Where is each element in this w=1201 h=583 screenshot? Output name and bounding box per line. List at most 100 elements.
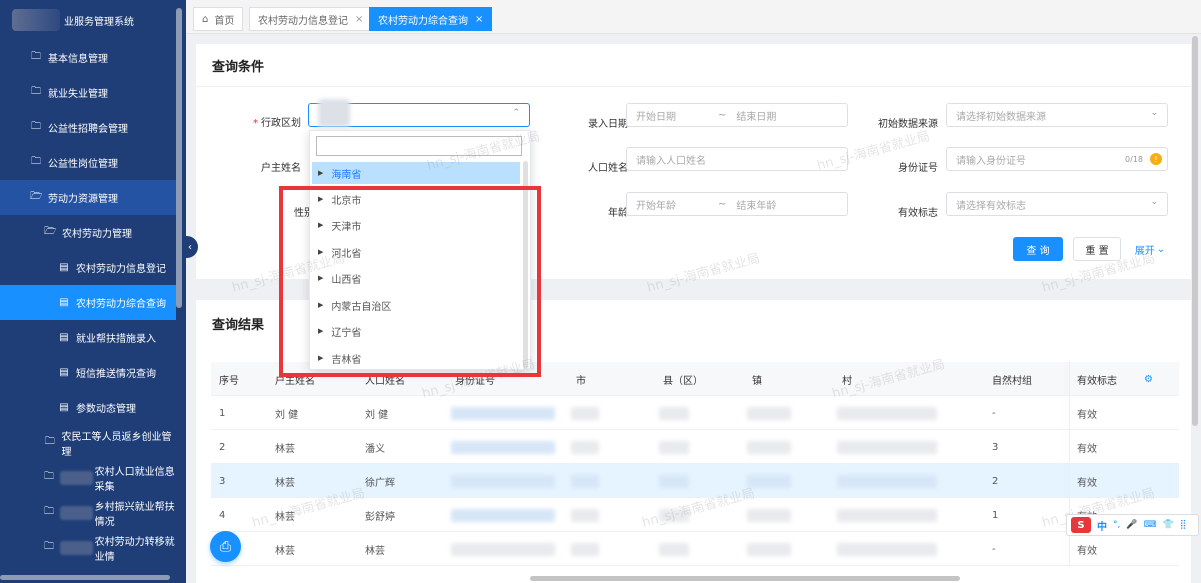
redacted-idcard [451, 474, 555, 488]
system-logo [12, 9, 60, 31]
tab-home[interactable]: ⌂ 首页 [193, 7, 244, 31]
tab-bar: ⌂ 首页 农村劳动力信息登记 × 农村劳动力综合查询 × [186, 0, 1201, 34]
skin-icon[interactable]: 👕 [1163, 520, 1174, 530]
document-icon: ▤ [59, 402, 69, 413]
ime-language[interactable]: 中 [1097, 518, 1107, 533]
redacted-city [571, 406, 599, 420]
sidebar-item-rural-labor[interactable]: 🗁 农村劳动力管理 [0, 215, 176, 250]
table-row[interactable]: 4 林芸 彭舒婷 1 有效 [211, 498, 1179, 532]
reset-button[interactable]: 重 置 [1073, 237, 1121, 261]
redacted-village [837, 440, 937, 454]
redacted-town [747, 440, 791, 454]
chevron-down-icon: ⌄ [1150, 108, 1158, 118]
table-row-selected[interactable]: 3 林芸 徐广辉 2 有效 [211, 464, 1179, 498]
sidebar-item-employment[interactable]: 🗀 就业失业管理 [0, 75, 176, 110]
print-button[interactable]: ⎙ [210, 531, 241, 562]
expand-button[interactable]: 展开 ⌄ [1132, 237, 1168, 261]
folder-icon: 🗀 [31, 156, 41, 167]
sidebar-item-assist-entry[interactable]: ▤ 就业帮扶措施录入 [0, 320, 176, 355]
folder-icon: 🗀 [31, 121, 41, 132]
app-window: 业服务管理系统 🗀 基本信息管理 🗀 就业失业管理 🗀 公益性招聘会管理 🗀 公益性岗位… [0, 0, 1201, 583]
idcard-label: 身份证号 [898, 163, 938, 174]
toolbox-icon[interactable]: ⣿ [1180, 520, 1187, 530]
system-title: 业服务管理系统 [64, 16, 134, 28]
required-mark: * [253, 118, 258, 129]
redacted-city [571, 542, 599, 556]
folder-icon: 🗀 [44, 436, 55, 447]
redacted-village [837, 474, 937, 488]
sidebar-item-rural-register[interactable]: ▤ 农村劳动力信息登记 [0, 250, 176, 285]
sidebar-item-revitalize[interactable]: 🗀 乡村振兴就业帮扶情况 [0, 495, 176, 530]
punctuation-icon[interactable]: °, [1113, 520, 1120, 530]
home-icon: ⌂ [202, 13, 209, 25]
query-title: 查询条件 [212, 60, 265, 75]
column-settings-icon[interactable]: ⚙ [1144, 362, 1153, 396]
sidebar-item-job-fair[interactable]: 🗀 公益性招聘会管理 [0, 110, 176, 145]
col-header-county: 县（区） [663, 375, 703, 387]
sidebar-item-rural-query[interactable]: ▤ 农村劳动力综合查询 [0, 285, 176, 320]
printer-icon: ⎙ [219, 538, 232, 555]
person-name-input[interactable]: 请输入人口姓名 [626, 147, 848, 171]
sidebar-header: 业服务管理系统 [0, 0, 186, 40]
redacted-village [837, 508, 937, 522]
folder-open-icon: 🗁 [30, 191, 43, 202]
table-horizontal-scrollbar[interactable] [530, 576, 960, 581]
sidebar-item-basic-info[interactable]: 🗀 基本信息管理 [0, 40, 176, 75]
tab-rural-query[interactable]: 农村劳动力综合查询 × [369, 7, 493, 31]
sidebar-item-params[interactable]: ▤ 参数动态管理 [0, 390, 176, 425]
folder-open-icon: 🗁 [44, 226, 57, 237]
idcard-input[interactable]: 请输入身份证号 0/18! [946, 147, 1168, 171]
folder-icon: 🗀 [31, 51, 41, 62]
ime-toolbar[interactable]: S 中 °, 🎤 ⌨ 👕 ⣿ [1066, 514, 1199, 536]
char-counter: 0/18 [1125, 154, 1143, 164]
table-row[interactable]: 1 刘 健 刘 健 - 有效 [211, 396, 1179, 430]
sidebar-item-labor-resource[interactable]: 🗁 劳动力资源管理 [0, 180, 176, 215]
chevron-down-icon: ⌄ [1156, 243, 1166, 255]
sidebar-item-sms-query[interactable]: ▤ 短信推送情况查询 [0, 355, 176, 390]
region-label: * 行政区划 [253, 118, 301, 129]
document-icon: ▤ [59, 297, 69, 308]
valid-select[interactable]: 请选择有效标志 ⌄ [946, 192, 1168, 216]
source-select[interactable]: 请选择初始数据来源 ⌄ [946, 103, 1168, 127]
redacted-county [659, 406, 689, 420]
person-label: 人口姓名 [588, 163, 628, 174]
result-title: 查询结果 [212, 318, 265, 333]
close-icon[interactable]: × [355, 14, 363, 25]
divider [196, 86, 1191, 87]
folder-icon: 🗀 [44, 541, 54, 552]
document-icon: ▤ [59, 262, 69, 273]
region-search-input[interactable] [316, 136, 522, 156]
col-header-village: 村 [842, 375, 852, 387]
sidebar-item-public-post[interactable]: 🗀 公益性岗位管理 [0, 145, 176, 180]
table-row[interactable]: 5 林芸 林芸 - 有效 [211, 532, 1179, 566]
sidebar-item-return-startup[interactable]: 🗀 农民工等人员返乡创业管理 [0, 425, 176, 460]
redacted-region-value [318, 99, 350, 127]
redacted-village [837, 542, 937, 556]
sidebar-item-transfer[interactable]: 🗀 农村劳动力转移就业情 [0, 530, 176, 565]
document-icon: ▤ [59, 332, 69, 343]
main-scrollbar[interactable] [1192, 36, 1198, 426]
close-icon[interactable]: × [475, 14, 483, 25]
table-row[interactable]: 2 林芸 潘义 3 有效 [211, 430, 1179, 464]
col-header-valid: 有效标志 [1077, 375, 1117, 387]
sidebar-item-rural-collect[interactable]: 🗀 农村人口就业信息采集 [0, 460, 176, 495]
age-label: 年龄 [608, 208, 628, 219]
keyboard-icon[interactable]: ⌨ [1144, 520, 1157, 530]
redacted-town [747, 406, 791, 420]
region-option[interactable]: ▶ 海南省 [312, 162, 520, 184]
sidebar-horizontal-scrollbar[interactable] [0, 575, 170, 580]
col-header-city: 市 [576, 375, 586, 387]
search-button[interactable]: 查 询 [1013, 237, 1063, 261]
redacted-county [659, 440, 689, 454]
redacted-idcard [451, 542, 555, 556]
sidebar-scrollbar[interactable] [176, 8, 182, 308]
redacted-city [571, 440, 599, 454]
microphone-icon[interactable]: 🎤 [1126, 520, 1137, 530]
entry-date-range[interactable]: 开始日期 ~ 结束日期 [626, 103, 848, 127]
chevron-down-icon: ⌄ [1150, 197, 1158, 207]
age-range[interactable]: 开始年龄 ~ 结束年龄 [626, 192, 848, 216]
folder-icon: 🗀 [44, 506, 54, 517]
tab-rural-register[interactable]: 农村劳动力信息登记 × [249, 7, 373, 31]
warning-icon: ! [1150, 153, 1162, 165]
householder-label: 户主姓名 [261, 163, 301, 174]
